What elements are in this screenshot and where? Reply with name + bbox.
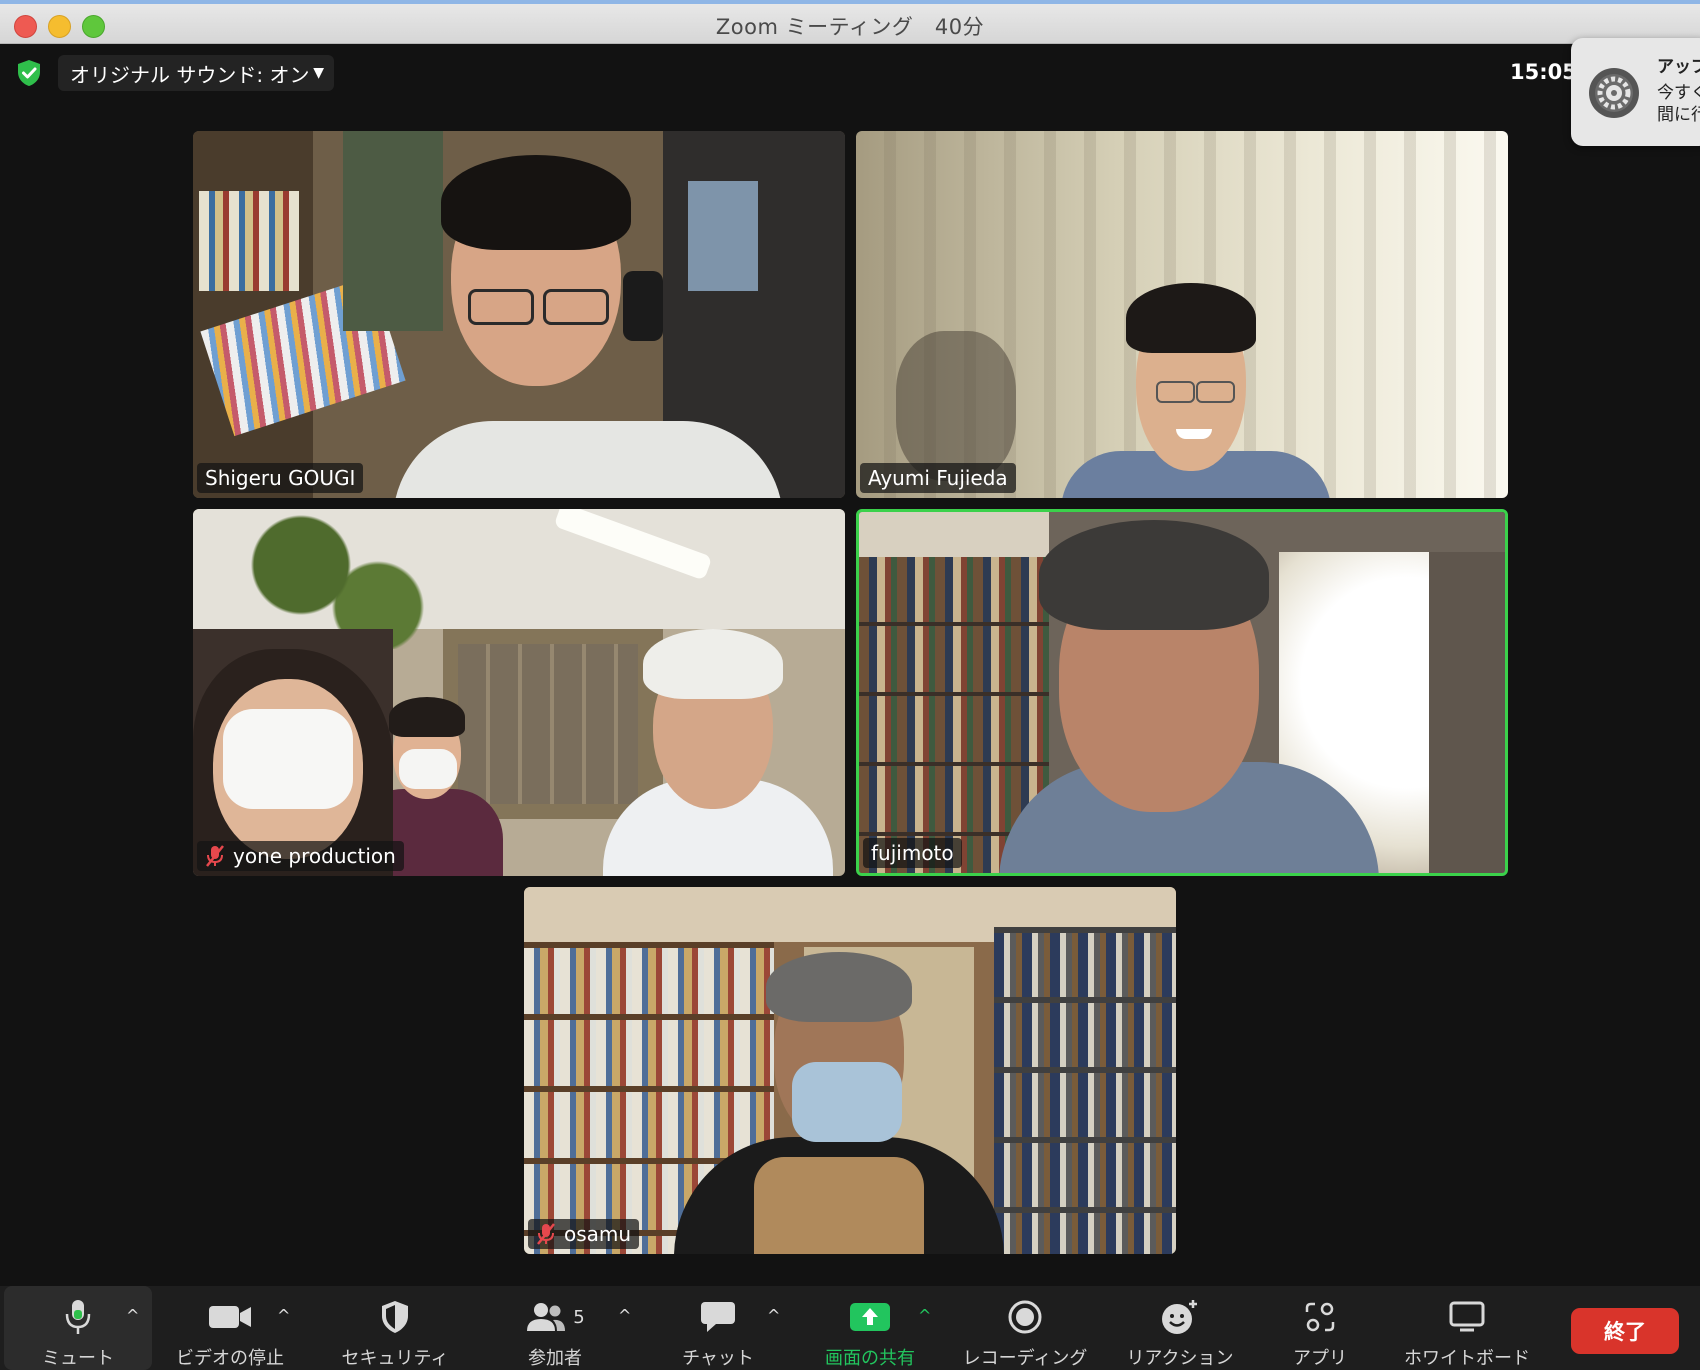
meeting-toolbar: ミュート ^ ビデオの停止 ^ セキュリティ 5 参加者 ^ チャット ^ 画面…	[0, 1286, 1700, 1370]
muted-mic-icon	[206, 845, 224, 867]
participants-options-caret[interactable]: ^	[618, 1306, 631, 1325]
share-options-caret[interactable]: ^	[918, 1306, 931, 1325]
chat-label: チャット	[682, 1348, 754, 1369]
chat-bubble-icon	[701, 1302, 735, 1332]
participants-count: 5	[573, 1306, 585, 1328]
window-titlebar: Zoom ミーティング 40分	[0, 0, 1700, 44]
encryption-shield-icon[interactable]	[14, 58, 44, 88]
apps-label: アプリ	[1293, 1348, 1347, 1369]
video-tile[interactable]: Shigeru GOUGI	[193, 131, 845, 498]
participant-name: fujimoto	[871, 841, 954, 865]
participant-video	[193, 509, 845, 876]
participant-name: Ayumi Fujieda	[868, 466, 1008, 490]
participants-button[interactable]: 5 参加者	[505, 1286, 605, 1370]
chat-button[interactable]: チャット	[668, 1286, 768, 1370]
record-button[interactable]: レコーディング	[955, 1286, 1095, 1370]
participant-name: osamu	[564, 1222, 632, 1246]
reactions-label: リアクション	[1126, 1348, 1234, 1369]
reactions-button[interactable]: リアクション	[1115, 1286, 1245, 1370]
muted-mic-icon	[537, 1223, 555, 1245]
menu-edge	[0, 0, 1700, 4]
participant-name-tag: Ayumi Fujieda	[860, 463, 1016, 493]
notification-text-2: 間に行	[1657, 105, 1700, 125]
whiteboard-label: ホワイトボード	[1404, 1348, 1530, 1369]
original-sound-toggle[interactable]: オリジナル サウンド: オン ▼	[58, 55, 334, 91]
participant-name-tag: osamu	[528, 1219, 640, 1249]
window-title: Zoom ミーティング 40分	[715, 15, 985, 39]
participant-name-tag: fujimoto	[863, 838, 962, 868]
participant-name: yone production	[233, 844, 396, 868]
apps-icon	[1305, 1302, 1335, 1332]
video-tile[interactable]: yone production	[193, 509, 845, 876]
mute-label: ミュート	[42, 1348, 114, 1369]
shield-icon	[382, 1301, 408, 1333]
notification-title: アップ	[1657, 57, 1700, 77]
stop-video-label: ビデオの停止	[176, 1348, 284, 1369]
participant-name-tag: Shigeru GOUGI	[197, 463, 364, 493]
participant-name-tag: yone production	[197, 841, 404, 871]
whiteboard-icon	[1449, 1301, 1485, 1332]
participants-icon	[527, 1303, 566, 1331]
security-label: セキュリティ	[341, 1348, 449, 1369]
participant-name: Shigeru GOUGI	[205, 466, 356, 490]
chat-options-caret[interactable]: ^	[767, 1306, 780, 1325]
chevron-down-icon[interactable]: ▼	[313, 65, 324, 81]
video-tile[interactable]: osamu	[524, 887, 1176, 1254]
emoji-icon	[1162, 1300, 1197, 1334]
video-tile[interactable]: Ayumi Fujieda	[856, 131, 1508, 498]
meeting-clock: 15:05	[1510, 60, 1577, 84]
participant-video	[856, 131, 1508, 498]
mute-button[interactable]: ミュート	[28, 1286, 128, 1370]
whiteboard-button[interactable]: ホワイトボード	[1397, 1286, 1537, 1370]
share-screen-button[interactable]: 画面の共有	[820, 1286, 920, 1370]
stop-video-button[interactable]: ビデオの停止	[170, 1286, 290, 1370]
audio-options-caret[interactable]: ^	[126, 1306, 139, 1325]
participants-label: 参加者	[528, 1348, 582, 1369]
participant-video	[859, 512, 1505, 873]
video-camera-icon	[209, 1306, 251, 1328]
gear-icon	[1589, 68, 1639, 118]
share-screen-label: 画面の共有	[825, 1348, 915, 1369]
video-options-caret[interactable]: ^	[277, 1306, 290, 1325]
video-tile-active-speaker[interactable]: fujimoto	[856, 509, 1508, 876]
microphone-icon	[65, 1300, 91, 1334]
record-label: レコーディング	[962, 1348, 1088, 1369]
update-notification[interactable]: アップ 今すぐ 間に行	[1571, 38, 1700, 146]
end-meeting-button[interactable]: 終了	[1571, 1308, 1679, 1354]
record-icon	[1008, 1300, 1042, 1334]
participant-video	[524, 887, 1176, 1254]
share-screen-icon	[850, 1303, 890, 1331]
original-sound-label: オリジナル サウンド: オン	[70, 62, 310, 87]
apps-button[interactable]: アプリ	[1270, 1286, 1370, 1370]
participant-video	[193, 131, 845, 498]
security-button[interactable]: セキュリティ	[335, 1286, 455, 1370]
